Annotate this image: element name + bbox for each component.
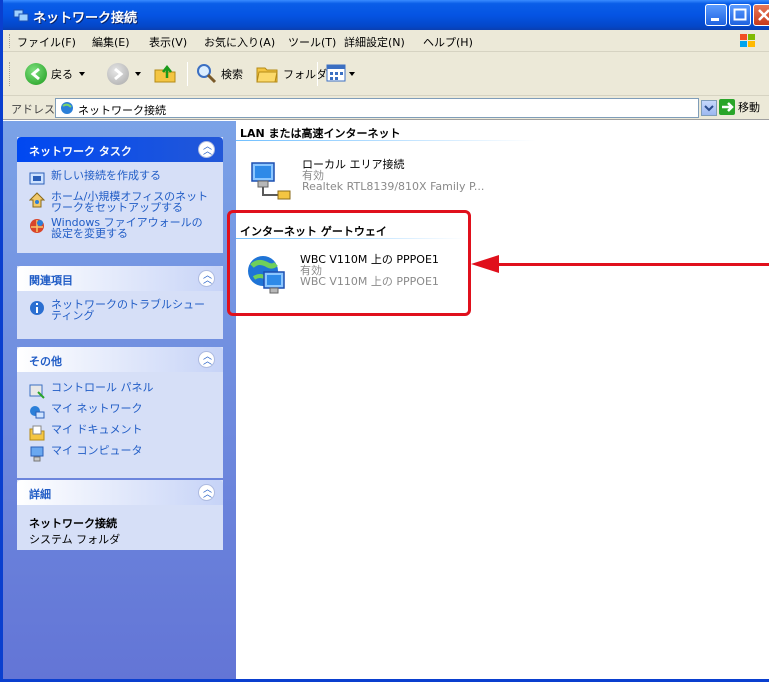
up-folder-button[interactable] [153,60,177,88]
toolbar-grip[interactable] [9,62,11,86]
collapse-icon[interactable]: ︿ ︿ [198,141,215,158]
folders-icon [255,62,279,87]
menu-bar: ファイル(F) 編集(E) 表示(V) お気に入り(A) ツール(T) 詳細設定… [3,30,769,52]
place-my-computer[interactable]: マイ コンピュータ [29,445,213,462]
menu-advanced[interactable]: 詳細設定(N) [344,34,405,50]
menu-view[interactable]: 表示(V) [149,34,187,50]
address-dropdown-button[interactable] [701,100,717,116]
task-setup-home-network[interactable]: ホーム/小規模オフィスのネットワークをセットアップする [28,191,213,213]
related-panel: 関連項目 ︿ ︿ ネットワークのトラブルシューティング [17,266,223,339]
menu-edit[interactable]: 編集(E) [92,34,130,50]
other-places-header[interactable]: その他 ︿ ︿ [17,347,223,372]
details-panel: 詳細 ︿ ︿ ネットワーク接続 システム フォルダ [17,480,223,550]
go-button[interactable]: 移動 [719,99,760,115]
maximize-button[interactable] [729,4,751,26]
collapse-icon[interactable]: ︿ ︿ [198,270,215,287]
my-documents-icon [29,425,45,441]
search-button[interactable]: 検索 [195,60,243,88]
explorer-window: ネットワーク接続 ファイル(F) 編集(E) 表示(V) お気に入り(A) ツー… [0,0,769,682]
place-control-panel[interactable]: コントロール パネル [29,382,213,399]
search-label: 検索 [221,68,243,81]
task-network-troubleshoot[interactable]: ネットワークのトラブルシューティング [29,299,213,321]
collapse-icon[interactable]: ︿ ︿ [198,351,215,368]
back-button[interactable]: 戻る [25,60,85,88]
address-input[interactable]: ネットワーク接続 [55,98,699,118]
standard-toolbar: 戻る 検索 フォルダ [3,52,769,96]
details-title: 詳細 [29,488,51,501]
network-connections-icon [13,7,29,23]
title-bar[interactable]: ネットワーク接続 [3,0,769,30]
info-icon [29,300,45,316]
connection-name: ローカル エリア接続 [302,158,405,171]
window-title: ネットワーク接続 [33,11,138,26]
forward-arrow-icon [107,63,129,85]
search-icon [195,62,217,87]
related-header[interactable]: 関連項目 ︿ ︿ [17,266,223,291]
go-label: 移動 [738,101,760,114]
go-arrow-icon [719,99,735,115]
network-tasks-header[interactable]: ネットワーク タスク ︿ ︿ [17,137,223,162]
connection-item-lan[interactable]: ローカル エリア接続 有効 Realtek RTL8139/810X Famil… [248,159,484,203]
menu-favorites[interactable]: お気に入り(A) [204,34,275,50]
folders-label: フォルダ [283,68,327,81]
place-my-network[interactable]: マイ ネットワーク [29,403,213,420]
network-tasks-panel: ネットワーク タスク ︿ ︿ 新しい接続を作成する ホーム/小規模オフィスのネット… [17,137,223,253]
related-title: 関連項目 [29,274,73,287]
toolbar-separator [317,62,318,86]
forward-dropdown-icon[interactable] [135,72,141,76]
toolbar-separator [187,62,188,86]
collapse-icon[interactable]: ︿ ︿ [198,484,215,501]
control-panel-icon [29,383,45,399]
place-my-documents[interactable]: マイ ドキュメント [29,424,213,441]
details-header[interactable]: 詳細 ︿ ︿ [17,480,223,505]
my-computer-icon [29,446,45,462]
other-places-title: その他 [29,355,62,368]
my-network-icon [29,404,45,420]
back-dropdown-icon[interactable] [79,72,85,76]
menu-file[interactable]: ファイル(F) [17,34,76,50]
menu-help[interactable]: ヘルプ(H) [423,34,473,50]
network-folder-icon [60,101,74,115]
group-divider [236,140,536,141]
address-value: ネットワーク接続 [78,104,166,117]
menu-tools[interactable]: ツール(T) [288,34,336,50]
highlight-box [227,210,471,316]
file-view: LAN または高速インターネット ローカル エリア接続 有効 Realtek R… [236,121,769,679]
firewall-icon [29,218,45,234]
details-type: システム フォルダ [29,533,121,546]
forward-button[interactable] [107,60,141,88]
lan-connection-icon [248,159,292,203]
network-tasks-title: ネットワーク タスク [29,145,132,158]
back-arrow-icon [25,63,47,85]
group-title-lan: LAN または高速インターネット [240,127,401,140]
back-label: 戻る [51,68,73,81]
windows-logo-icon [739,33,757,49]
other-places-panel: その他 ︿ ︿ コントロール パネル マイ ネットワーク マイ ドキュメント マ… [17,347,223,478]
callout-arrow-line [497,263,769,266]
views-icon [325,62,347,87]
minimize-button[interactable] [705,4,727,26]
task-firewall-settings[interactable]: Windows ファイアウォールの設定を変更する [29,217,213,239]
views-dropdown-icon[interactable] [349,72,355,76]
home-network-icon [28,192,46,208]
task-create-connection[interactable]: 新しい接続を作成する [29,170,213,187]
callout-arrowhead [471,255,499,273]
views-button[interactable] [325,60,355,88]
connection-device: Realtek RTL8139/810X Family P... [302,180,485,193]
menubar-grip[interactable] [9,34,11,48]
details-name: ネットワーク接続 [29,517,117,530]
address-bar: アドレス(D) ネットワーク接続 移動 [3,96,769,120]
new-connection-icon [29,171,45,187]
close-button[interactable] [753,4,769,26]
task-pane: ネットワーク タスク ︿ ︿ 新しい接続を作成する ホーム/小規模オフィスのネット… [3,121,236,679]
up-folder-icon [153,62,177,87]
